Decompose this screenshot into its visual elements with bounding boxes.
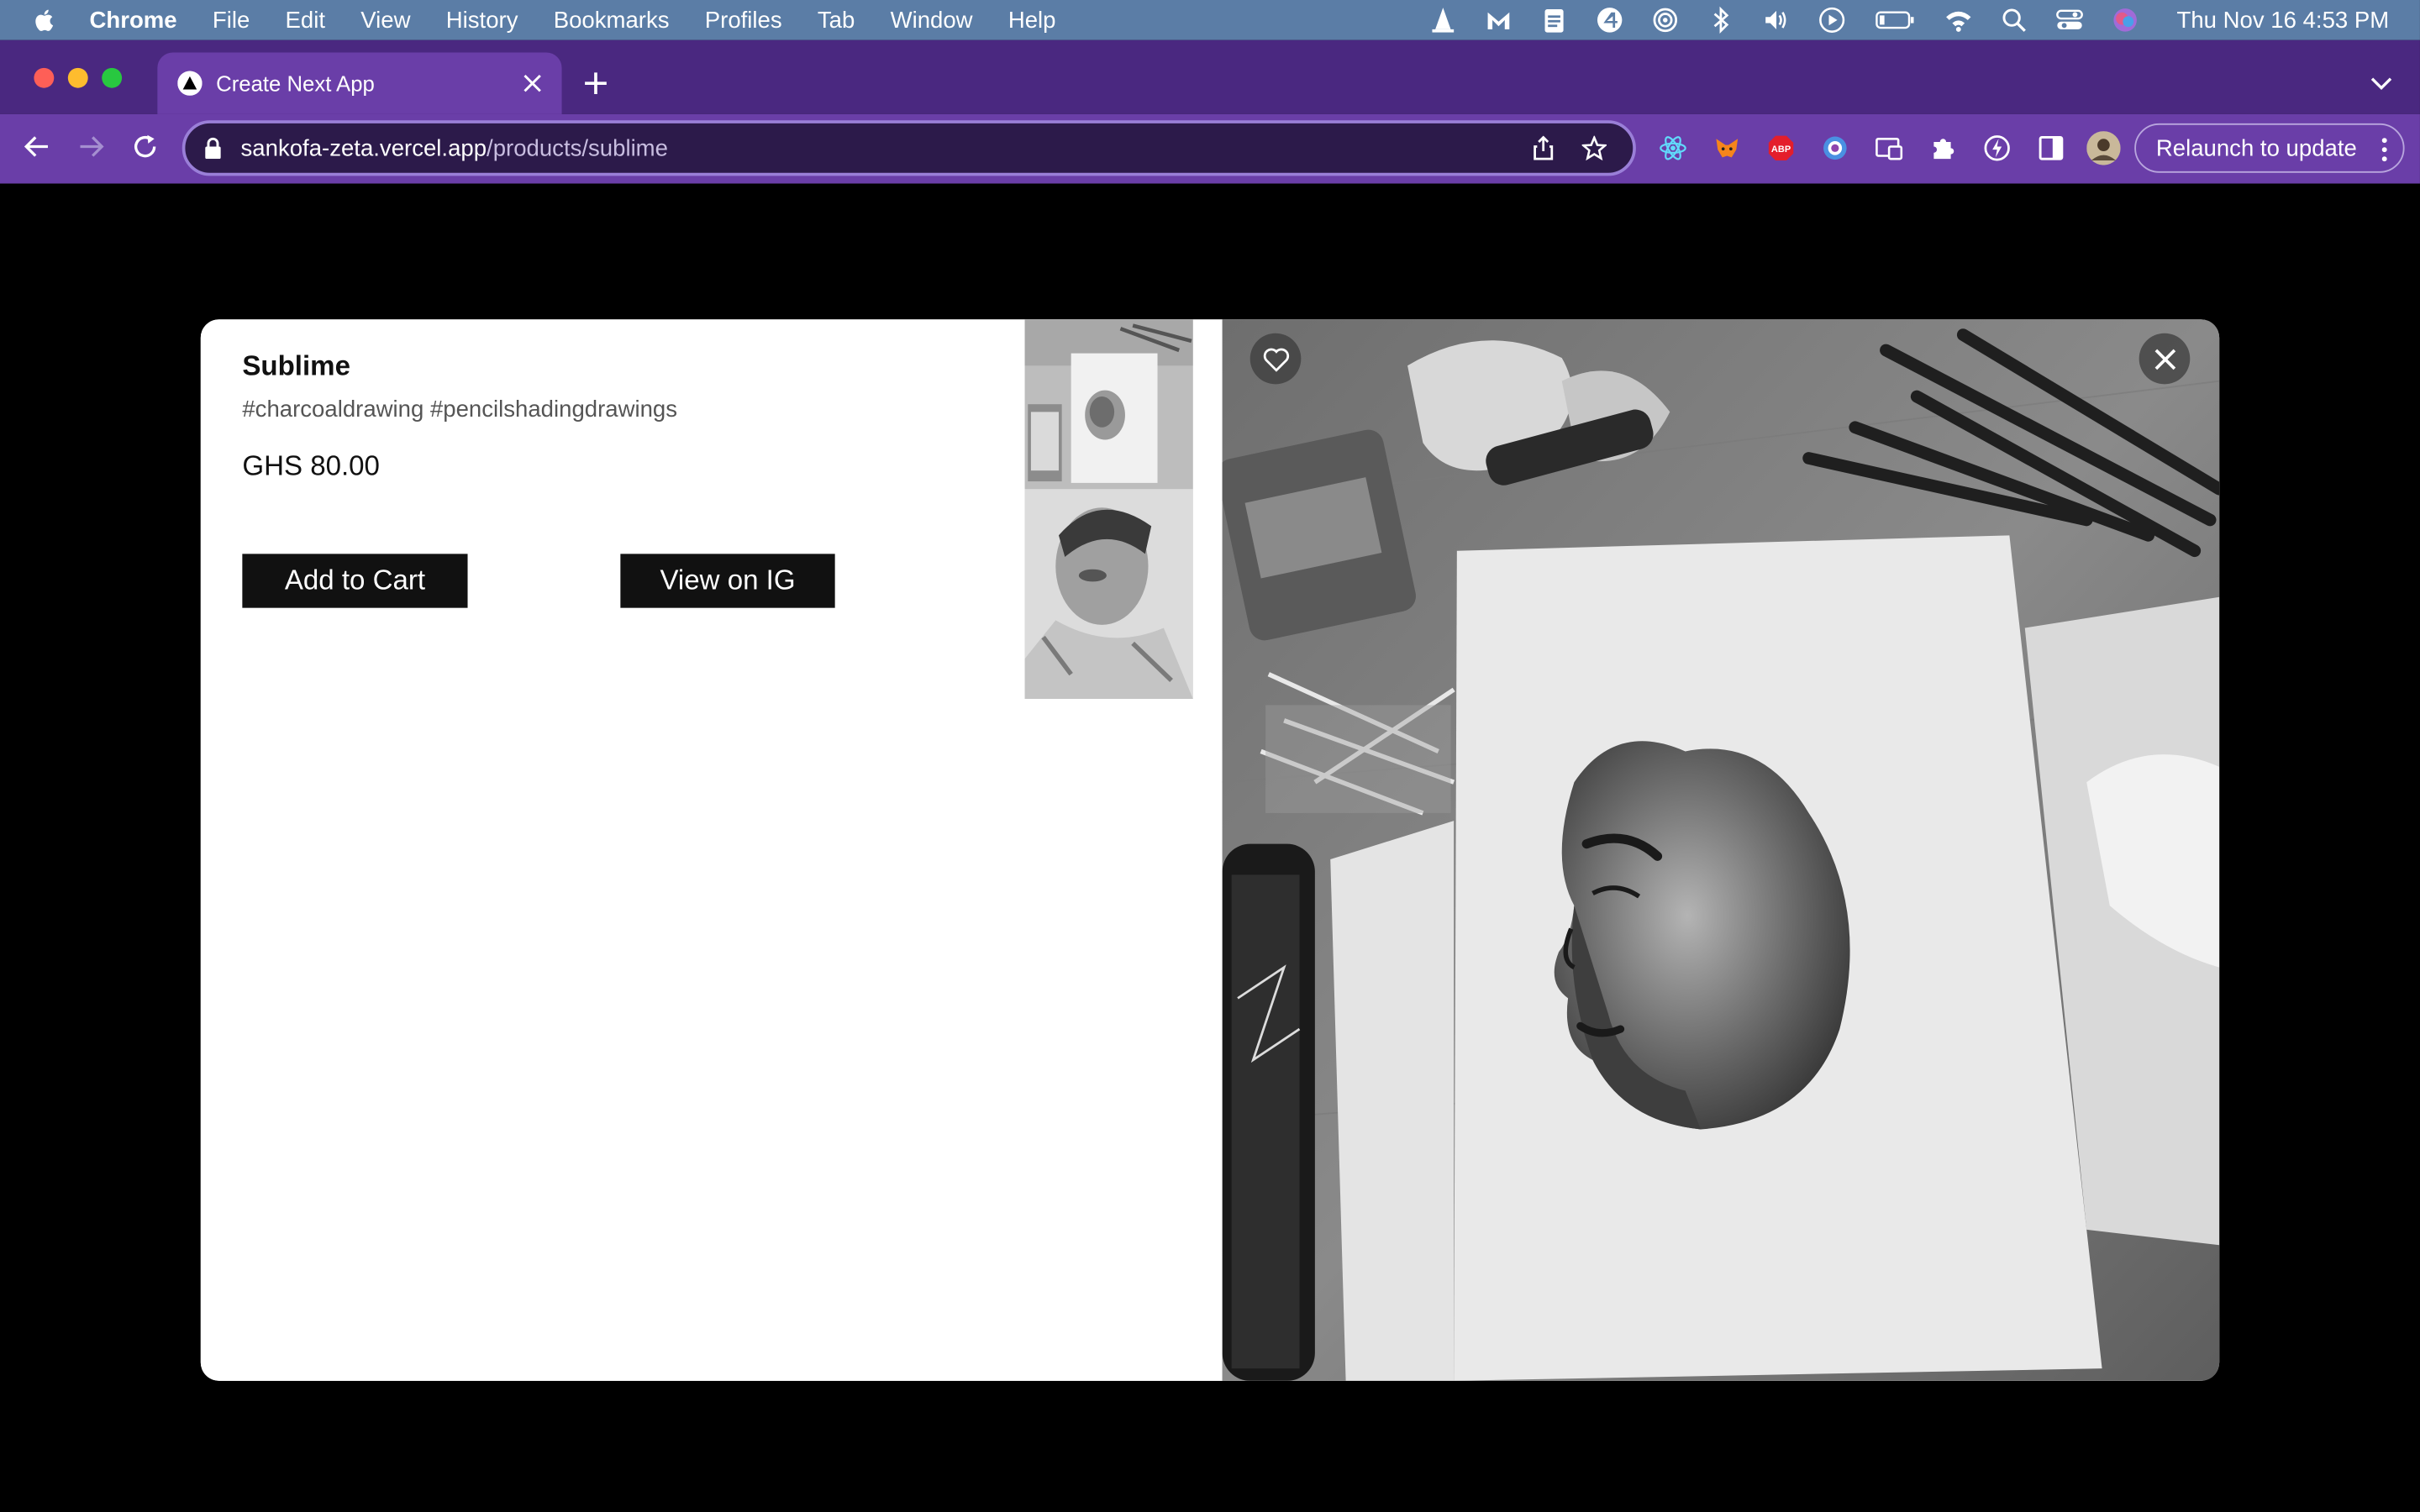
close-modal-button[interactable] [2139,333,2191,385]
menu-edit[interactable]: Edit [286,7,325,33]
forward-arrow-icon[interactable] [77,133,105,160]
siri-icon[interactable] [2112,6,2139,34]
app-4-icon[interactable] [1597,6,1624,34]
lock-icon[interactable] [203,137,222,160]
close-icon [2154,348,2175,370]
thumbnail-image-1[interactable] [1024,319,1193,490]
clipboard-icon[interactable] [1541,6,1569,34]
malwarebytes-icon[interactable] [1486,6,1513,34]
menu-help[interactable]: Help [1008,7,1056,33]
thumbnail-strip [1024,319,1193,700]
product-price: GHS 80.00 [242,450,380,482]
menu-bookmarks[interactable]: Bookmarks [554,7,670,33]
svg-text:ABP: ABP [1771,144,1791,155]
menu-history[interactable]: History [446,7,518,33]
address-bar[interactable]: sankofa-zeta.vercel.app /products/sublim… [182,120,1636,176]
tab-create-next-app[interactable]: Create Next App [157,52,562,114]
kebab-menu-icon[interactable] [2381,137,2387,162]
share-icon[interactable] [1531,135,1555,160]
menu-bar-clock[interactable]: Thu Nov 16 4:53 PM [2177,7,2390,33]
vlc-icon[interactable] [1430,6,1458,34]
react-devtools-icon[interactable] [1659,134,1686,162]
menu-profiles[interactable]: Profiles [705,7,782,33]
adblock-plus-icon[interactable]: ABP [1767,134,1795,162]
menu-file[interactable]: File [213,7,250,33]
product-info-panel: Sublime #charcoaldrawing #pencilshadingd… [200,319,1223,1381]
reload-icon[interactable] [131,133,159,160]
ai-extension-icon[interactable] [1983,134,2011,162]
new-tab-icon[interactable] [583,71,608,95]
tab-close-icon[interactable] [523,74,542,92]
product-title: Sublime [242,349,350,381]
profile-avatar-icon[interactable] [2086,131,2121,165]
window-zoom-button[interactable] [102,67,123,88]
window-close-button[interactable] [34,67,55,88]
menu-tab[interactable]: Tab [818,7,855,33]
menu-bar-status-area: Thu Nov 16 4:53 PM [1430,0,2390,40]
main-product-image [1217,319,2220,1381]
charcoal-portrait-photo [1217,319,2220,1381]
tab-title: Create Next App [216,71,375,96]
control-center-icon[interactable] [2056,6,2084,34]
apple-icon[interactable] [31,6,59,34]
menu-app-name[interactable]: Chrome [90,7,177,33]
cast-icon[interactable] [1876,134,1903,162]
view-on-ig-button[interactable]: View on IG [620,554,835,608]
volume-icon[interactable] [1763,6,1791,34]
heart-icon [1262,347,1289,371]
menu-window[interactable]: Window [891,7,973,33]
screen: Chrome File Edit View History Bookmarks … [0,0,2420,1512]
battery-icon[interactable] [1875,6,1918,34]
nextjs-favicon-icon [177,71,203,96]
extension-circle-icon[interactable] [1821,134,1849,162]
url-path: /products/sublime [487,134,668,161]
airdrop-icon[interactable] [1652,6,1680,34]
product-tags: #charcoaldrawing #pencilshadingdrawings [242,396,678,423]
play-icon[interactable] [1818,6,1846,34]
thumbnail-image-2[interactable] [1024,489,1193,700]
wifi-icon[interactable] [1945,6,1973,34]
tab-search-chevron-icon[interactable] [2370,74,2392,92]
metamask-icon[interactable] [1713,134,1741,162]
bluetooth-icon[interactable] [1707,6,1735,34]
url-host: sankofa-zeta.vercel.app [240,134,487,161]
macos-menu-bar: Chrome File Edit View History Bookmarks … [0,0,2420,40]
menu-view[interactable]: View [360,7,410,33]
product-modal: Sublime #charcoaldrawing #pencilshadingd… [200,319,2220,1381]
relaunch-label: Relaunch to update [2155,134,2357,161]
sidebar-icon[interactable] [2037,134,2065,162]
favorite-button[interactable] [1249,333,1302,385]
add-to-cart-button[interactable]: Add to Cart [242,554,468,608]
bookmark-star-icon[interactable] [1581,135,1607,161]
relaunch-to-update-button[interactable]: Relaunch to update [2134,123,2405,173]
window-minimize-button[interactable] [67,67,88,88]
spotlight-icon[interactable] [2001,6,2028,34]
back-arrow-icon[interactable] [24,133,51,160]
extensions-puzzle-icon[interactable] [1929,134,1957,162]
